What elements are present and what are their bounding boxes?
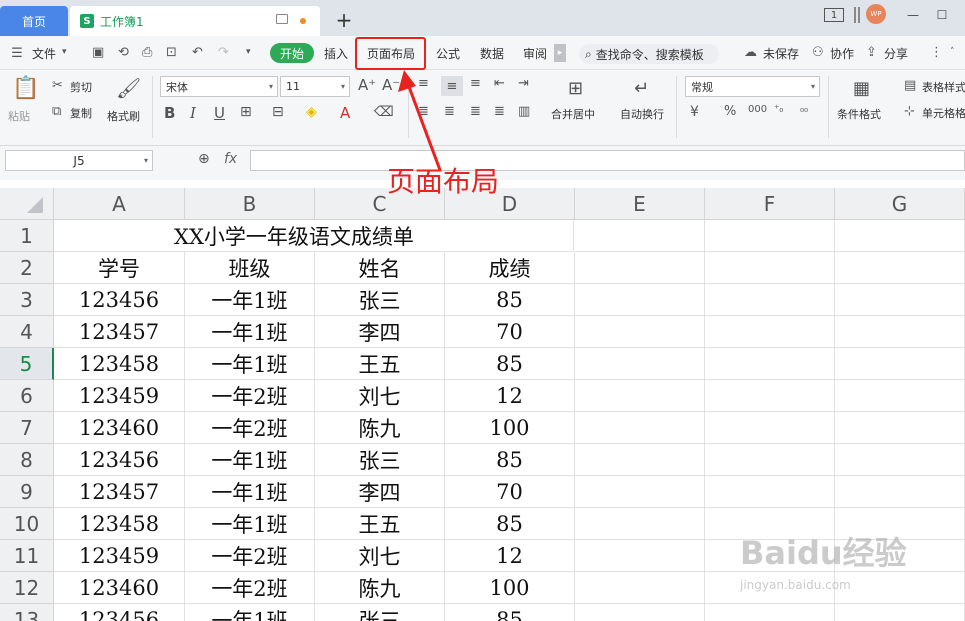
- spreadsheet-app: 首页 S 工作簿1 + 1 WP — ☐ ☰ 文件 ▾ ▣ ⟲ ⎙ ⊡ ↶ ↷ …: [0, 0, 965, 621]
- watermark: Baidu经验 jingyan.baidu.com: [740, 520, 930, 600]
- watermark-logo: Baidu经验: [740, 534, 907, 572]
- annotation-label: 页面布局: [387, 165, 500, 198]
- watermark-url: jingyan.baidu.com: [740, 578, 851, 592]
